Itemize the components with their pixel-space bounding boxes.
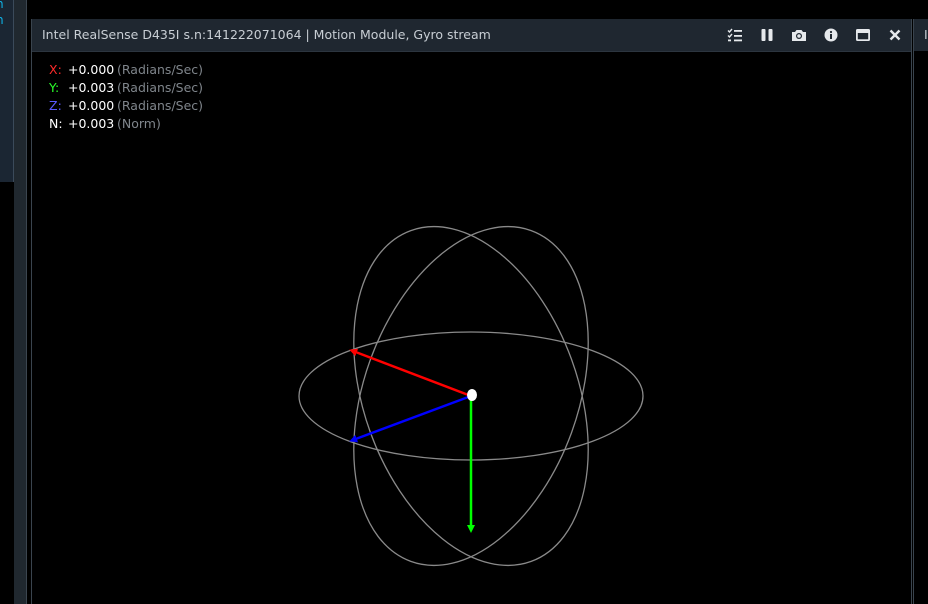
camera-icon[interactable] [789, 25, 809, 45]
close-icon[interactable] [885, 25, 905, 45]
viewer-title: Intel RealSense D435I s.n:141222071064 |… [42, 27, 491, 42]
z-axis-arrow [349, 394, 472, 443]
info-icon[interactable] [821, 25, 841, 45]
checklist-icon[interactable] [725, 25, 745, 45]
app-window: n n Intel RealSense D435I s.n:1412220710… [0, 0, 928, 604]
right-stream-viewer[interactable]: I [913, 19, 928, 604]
right-viewer-titlebar: I [914, 19, 928, 51]
left-side-panel: n n [0, 0, 14, 182]
x-axis-arrow [349, 348, 472, 398]
right-viewer-title: I [924, 27, 928, 42]
left-scroll-strip[interactable] [14, 0, 26, 604]
left-panel-text: n [0, 11, 4, 29]
divider [26, 0, 27, 604]
gyro-3d-gizmo[interactable] [32, 52, 909, 604]
viewer-toolbar [725, 25, 905, 45]
maximize-icon[interactable] [853, 25, 873, 45]
gizmo-origin [467, 389, 477, 401]
stream-viewer[interactable]: Intel RealSense D435I s.n:141222071064 |… [31, 19, 912, 604]
viewer-titlebar: Intel RealSense D435I s.n:141222071064 |… [32, 19, 911, 52]
pause-icon[interactable] [757, 25, 777, 45]
